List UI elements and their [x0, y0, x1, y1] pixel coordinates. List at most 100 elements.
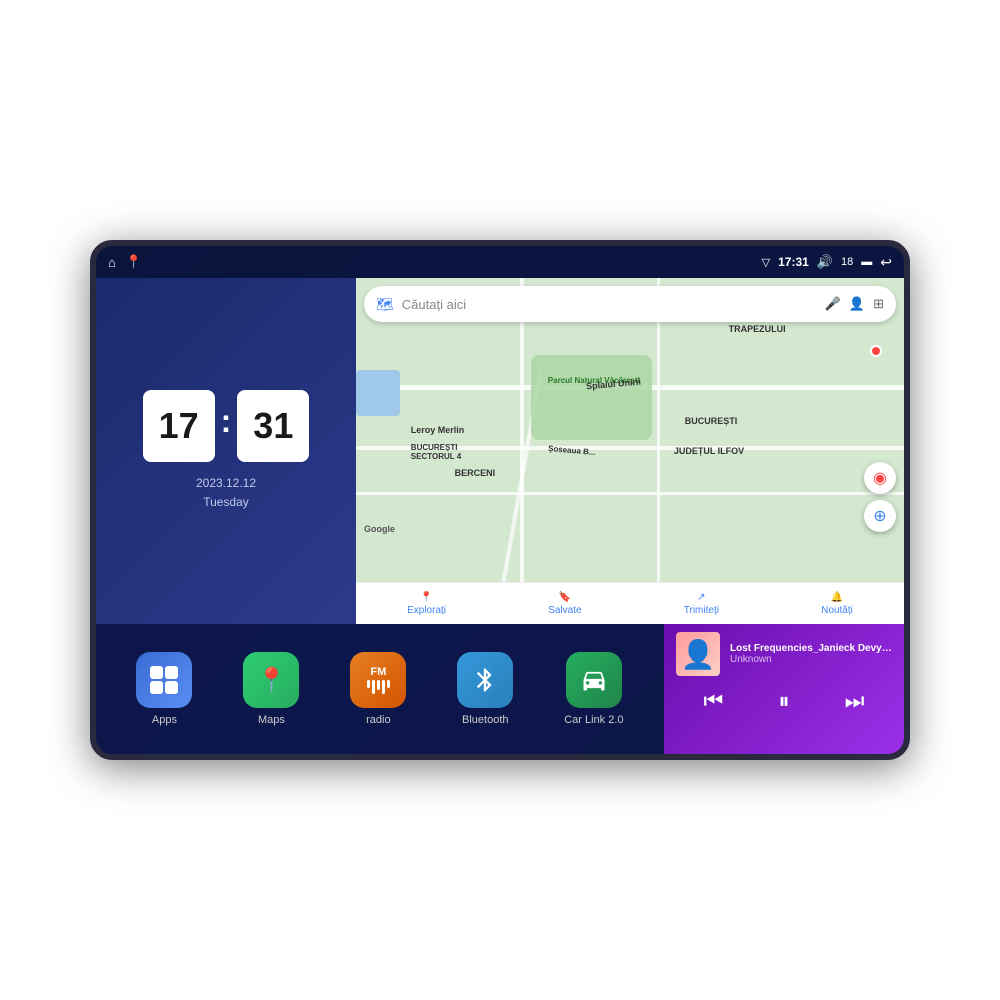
clock-display: 17 : 31 — [143, 390, 310, 462]
map-search-placeholder[interactable]: Căutați aici — [402, 297, 817, 312]
previous-button[interactable]: ⏮ — [696, 686, 732, 716]
my-location-button[interactable]: ⊕ — [864, 500, 896, 532]
clock-hour: 17 — [143, 390, 215, 462]
date-text: 2023.12.12 — [196, 474, 256, 493]
music-info: 👤 Lost Frequencies_Janieck Devy-... Unkn… — [676, 632, 892, 676]
grid-dot — [150, 666, 163, 679]
radio-label: radio — [366, 714, 390, 726]
apps-grid-icon — [150, 666, 178, 694]
bluetooth-svg — [471, 666, 499, 694]
map-label-bucuresti: BUCUREȘTI — [685, 416, 738, 426]
map-label-sector4: BUCUREȘTISECTORUL 4 — [411, 443, 461, 461]
layers-icon[interactable]: ⊞ — [873, 296, 884, 312]
car-head-unit: ⌂ 📍 ▽ 17:31 🔊 18 ▬ ↩ 17 : — [90, 240, 910, 760]
nav-label-noutati: Noutăți — [821, 605, 853, 616]
map-road — [657, 278, 660, 584]
grid-dot — [150, 681, 163, 694]
signal-icon: ▽ — [762, 256, 770, 269]
map-road — [356, 492, 904, 495]
radio-bars — [367, 680, 390, 694]
status-bar: ⌂ 📍 ▽ 17:31 🔊 18 ▬ ↩ — [96, 246, 904, 278]
news-icon: 🔔 — [831, 592, 843, 603]
microphone-icon[interactable]: 🎤 — [825, 296, 841, 312]
fm-text: FM — [370, 667, 386, 678]
map-park — [531, 355, 652, 441]
music-text: Lost Frequencies_Janieck Devy-... Unknow… — [730, 643, 892, 665]
music-artist: Unknown — [730, 654, 892, 665]
grid-dot — [165, 666, 178, 679]
album-art: 👤 — [676, 632, 720, 676]
screen: ⌂ 📍 ▽ 17:31 🔊 18 ▬ ↩ 17 : — [96, 246, 904, 754]
nav-trimiteti[interactable]: ↗ Trimiteți — [684, 592, 719, 616]
app-item-apps[interactable]: Apps — [136, 652, 192, 726]
app-launcher: Apps 📍 Maps FM — [96, 624, 664, 754]
play-pause-button[interactable]: ⏸ — [770, 686, 797, 716]
volume-icon[interactable]: 🔊 — [817, 254, 833, 270]
apps-label: Apps — [152, 714, 177, 726]
map-location-pin — [870, 345, 882, 357]
app-item-bluetooth[interactable]: Bluetooth — [457, 652, 513, 726]
radio-bar — [382, 680, 385, 694]
account-icon[interactable]: 👤 — [849, 296, 865, 312]
radio-bar — [377, 680, 380, 690]
home-icon[interactable]: ⌂ — [108, 255, 116, 270]
music-player: 👤 Lost Frequencies_Janieck Devy-... Unkn… — [664, 624, 904, 754]
radio-bar — [372, 680, 375, 694]
clock-minute: 31 — [237, 390, 309, 462]
app-item-maps[interactable]: 📍 Maps — [243, 652, 299, 726]
main-content: 17 : 31 2023.12.12 Tuesday 🗺 Căutați aic… — [96, 278, 904, 754]
app-item-carlink[interactable]: Car Link 2.0 — [564, 652, 623, 726]
nav-label-trimiteti: Trimiteți — [684, 605, 719, 616]
map-label-berceni: BERCENI — [455, 468, 496, 478]
back-button[interactable]: ↩ — [880, 254, 892, 271]
carlink-icon — [566, 652, 622, 708]
explore-icon: 📍 — [420, 592, 432, 603]
map-pin-icon: 📍 — [256, 666, 286, 695]
music-controls: ⏮ ⏸ ⏭ — [676, 682, 892, 720]
nav-label-explorați: Explorați — [407, 605, 446, 616]
compass-icon: ◉ — [873, 468, 887, 488]
status-right-info: ▽ 17:31 🔊 18 ▬ ↩ — [762, 254, 892, 271]
carlink-label: Car Link 2.0 — [564, 714, 623, 726]
clock-date: 2023.12.12 Tuesday — [196, 474, 256, 512]
grid-dot — [165, 681, 178, 694]
map-background: TRAPEZULUI BUCUREȘTI JUDEȚUL ILFOV BERCE… — [356, 278, 904, 584]
album-art-image: 👤 — [681, 638, 716, 671]
share-icon: ↗ — [697, 592, 705, 603]
radio-bar — [367, 680, 370, 688]
clock-separator: : — [221, 403, 232, 440]
bottom-section: Apps 📍 Maps FM — [96, 624, 904, 754]
radio-bar — [387, 680, 390, 688]
status-time: 17:31 — [778, 255, 809, 269]
nav-explorați[interactable]: 📍 Explorați — [407, 592, 446, 616]
google-maps-icon: 🗺 — [376, 296, 394, 313]
app-item-radio[interactable]: FM radio — [350, 652, 406, 726]
compass-button[interactable]: ◉ — [864, 462, 896, 494]
location-pin-icon[interactable]: 📍 — [126, 254, 142, 270]
maps-icon: 📍 — [243, 652, 299, 708]
bluetooth-icon — [457, 652, 513, 708]
map-label-trapezului: TRAPEZULUI — [729, 324, 786, 334]
nav-label-salvate: Salvate — [548, 605, 581, 616]
battery-icon: ▬ — [861, 256, 872, 268]
google-logo: Google — [364, 524, 395, 534]
clock-panel: 17 : 31 2023.12.12 Tuesday — [96, 278, 356, 624]
status-left-icons: ⌂ 📍 — [108, 254, 142, 270]
map-search-bar[interactable]: 🗺 Căutați aici 🎤 👤 ⊞ — [364, 286, 896, 322]
day-text: Tuesday — [196, 493, 256, 512]
map-panel[interactable]: 🗺 Căutați aici 🎤 👤 ⊞ — [356, 278, 904, 624]
carlink-svg — [580, 666, 608, 694]
nav-noutati[interactable]: 🔔 Noutăți — [821, 592, 853, 616]
map-bottom-nav: 📍 Explorați 🔖 Salvate ↗ Trimiteți 🔔 — [356, 582, 904, 624]
radio-icon: FM — [350, 652, 406, 708]
volume-level: 18 — [841, 256, 853, 268]
apps-icon — [136, 652, 192, 708]
next-button[interactable]: ⏭ — [837, 686, 873, 716]
map-label-ilfov: JUDEȚUL ILFOV — [674, 446, 744, 456]
music-title: Lost Frequencies_Janieck Devy-... — [730, 643, 892, 654]
map-water — [356, 370, 400, 416]
crosshair-icon: ⊕ — [873, 506, 886, 526]
maps-label: Maps — [258, 714, 285, 726]
map-road — [520, 278, 524, 584]
nav-salvate[interactable]: 🔖 Salvate — [548, 592, 581, 616]
